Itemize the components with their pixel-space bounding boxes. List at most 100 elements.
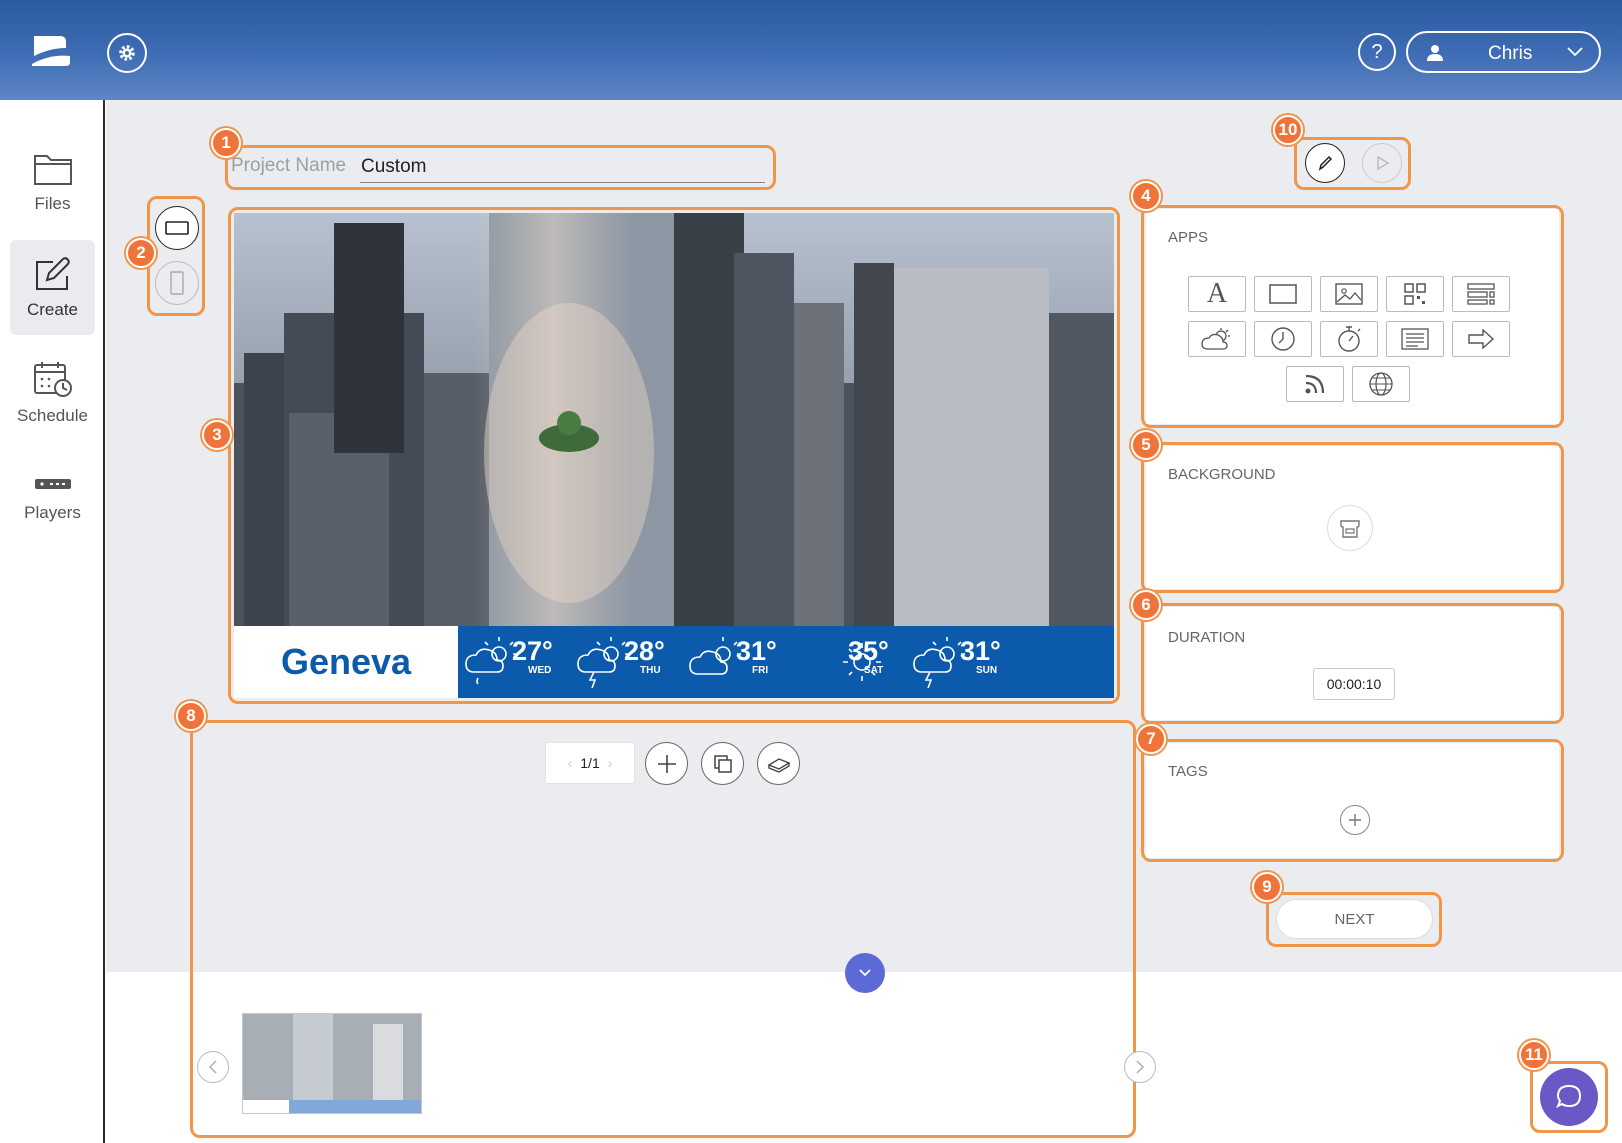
sidebar-item-files[interactable]: Files xyxy=(10,135,95,230)
callout-badge: 4 xyxy=(1131,181,1161,211)
add-tag-button[interactable] xyxy=(1340,805,1370,835)
weather-icons xyxy=(465,637,965,689)
app-list-button[interactable] xyxy=(1452,276,1510,312)
apps-panel: APPS A xyxy=(1146,209,1559,424)
text-block-icon xyxy=(1401,328,1429,350)
paint-bucket-icon xyxy=(1340,520,1360,538)
background-title: BACKGROUND xyxy=(1168,466,1276,483)
chevron-down-icon xyxy=(859,969,871,977)
sidebar-item-schedule[interactable]: Schedule xyxy=(10,345,95,440)
app-shape-button[interactable] xyxy=(1254,276,1312,312)
app-clock-button[interactable] xyxy=(1254,321,1312,357)
callout-badge: 2 xyxy=(126,238,156,268)
edit-icon xyxy=(35,256,70,290)
app-arrow-button[interactable] xyxy=(1452,321,1510,357)
page-indicator[interactable]: ‹ 1/1 › xyxy=(545,742,635,784)
settings-button[interactable] xyxy=(107,33,147,73)
city-background-image xyxy=(234,213,1114,626)
callout-badge: 1 xyxy=(211,128,241,158)
background-panel: BACKGROUND xyxy=(1146,446,1559,589)
user-icon xyxy=(1427,45,1443,61)
play-icon xyxy=(1377,155,1390,171)
edit-mode-button[interactable] xyxy=(1305,143,1345,183)
app-web-button[interactable] xyxy=(1352,366,1410,402)
callout-badge: 6 xyxy=(1131,590,1161,620)
help-button[interactable]: ? xyxy=(1358,33,1396,71)
chevron-right-icon[interactable]: › xyxy=(608,755,613,771)
background-picker-button[interactable] xyxy=(1327,505,1373,551)
chevron-right-icon xyxy=(1136,1060,1144,1074)
callout-badge: 9 xyxy=(1252,872,1282,902)
portrait-button[interactable] xyxy=(155,261,199,305)
project-name-input[interactable] xyxy=(360,151,765,183)
web-icon xyxy=(1369,372,1393,396)
arrow-icon xyxy=(1468,329,1495,349)
sidebar-item-create[interactable]: Create xyxy=(10,240,95,335)
sidebar-item-label: Players xyxy=(24,502,81,522)
image-icon xyxy=(1335,283,1363,305)
chevron-left-icon xyxy=(209,1060,217,1074)
thumbnail-image xyxy=(243,1014,421,1113)
duration-input[interactable]: 00:00:10 xyxy=(1313,668,1395,700)
sidebar: Files Create Schedule Players xyxy=(0,100,105,1143)
app-rss-button[interactable] xyxy=(1286,366,1344,402)
duration-panel: DURATION xyxy=(1146,607,1559,720)
slide-canvas[interactable]: Geneva 27° WED 28° THU 31° FRI 35° SAT 3… xyxy=(234,213,1114,698)
list-layout-icon xyxy=(1467,283,1495,305)
callout-badge: 5 xyxy=(1131,430,1161,460)
rectangle-icon xyxy=(1269,284,1297,304)
chat-button[interactable] xyxy=(1540,1068,1598,1126)
sidebar-item-label: Files xyxy=(34,193,71,213)
eraser-icon xyxy=(766,757,791,773)
app-qr-button[interactable] xyxy=(1386,276,1444,312)
duplicate-slide-button[interactable] xyxy=(701,742,744,785)
calendar-clock-icon xyxy=(33,361,72,397)
copy-icon xyxy=(713,754,732,773)
collapse-strip-button[interactable] xyxy=(845,953,885,993)
app-textblock-button[interactable] xyxy=(1386,321,1444,357)
clock-icon xyxy=(1271,327,1295,351)
project-name-label: Project Name xyxy=(231,155,347,176)
next-button[interactable]: NEXT xyxy=(1276,899,1433,939)
qr-code-icon xyxy=(1404,283,1426,305)
gear-icon xyxy=(119,45,135,61)
chat-bubble-icon xyxy=(1556,1084,1582,1109)
tags-panel: TAGS xyxy=(1146,743,1559,858)
plus-icon xyxy=(657,754,676,773)
top-header: ? Chris xyxy=(0,0,1622,100)
pencil-icon xyxy=(1318,155,1333,171)
sidebar-item-players[interactable]: Players xyxy=(10,450,95,545)
callout-badge: 8 xyxy=(176,701,206,731)
strip-prev-button[interactable] xyxy=(197,1051,229,1083)
chevron-left-icon[interactable]: ‹ xyxy=(568,755,573,771)
text-icon: A xyxy=(1206,278,1228,309)
user-menu-button[interactable]: Chris xyxy=(1406,31,1601,73)
add-slide-button[interactable] xyxy=(645,742,688,785)
folder-icon xyxy=(33,154,72,185)
plus-icon xyxy=(1349,814,1361,826)
strip-next-button[interactable] xyxy=(1124,1051,1156,1083)
weather-icon xyxy=(1201,328,1230,350)
app-text-button[interactable]: A xyxy=(1188,276,1246,312)
duration-title: DURATION xyxy=(1168,629,1246,646)
app-logo[interactable] xyxy=(30,34,72,68)
sidebar-item-label: Create xyxy=(26,299,79,319)
rss-icon xyxy=(1305,374,1325,394)
app-image-button[interactable] xyxy=(1320,276,1378,312)
apps-title: APPS xyxy=(1168,229,1209,246)
landscape-button[interactable] xyxy=(155,206,199,250)
landscape-icon xyxy=(165,221,189,235)
weather-bar: Geneva 27° WED 28° THU 31° FRI 35° SAT 3… xyxy=(234,626,1114,698)
app-timer-button[interactable] xyxy=(1320,321,1378,357)
sidebar-item-label: Schedule xyxy=(17,405,88,425)
preview-mode-button[interactable] xyxy=(1362,143,1402,183)
timer-icon xyxy=(1338,326,1361,352)
user-name: Chris xyxy=(1488,43,1533,64)
page-number: 1/1 xyxy=(580,755,600,771)
delete-slide-button[interactable] xyxy=(757,742,800,785)
callout-badge: 11 xyxy=(1519,1040,1549,1070)
portrait-icon xyxy=(170,271,184,295)
app-weather-button[interactable] xyxy=(1188,321,1246,357)
tags-title: TAGS xyxy=(1168,763,1208,780)
slide-thumbnail[interactable] xyxy=(242,1013,422,1114)
